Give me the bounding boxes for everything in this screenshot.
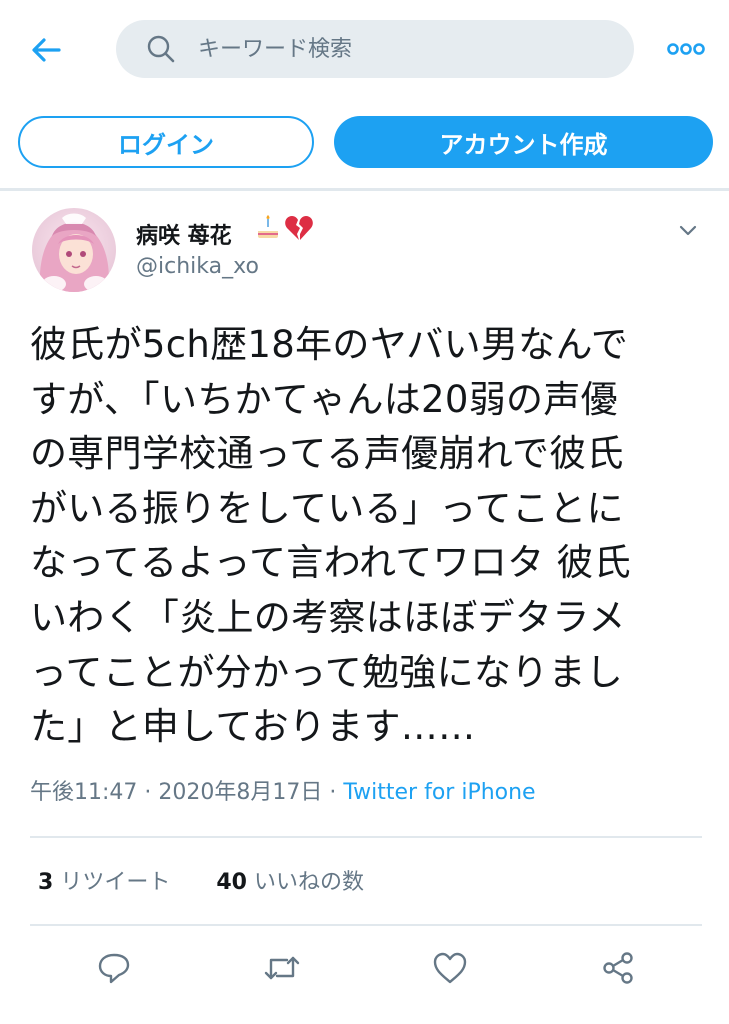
arrow-left-icon [32, 38, 61, 62]
more-dots-icon [667, 43, 705, 55]
retweet-label: リツイート [60, 870, 171, 895]
tweet-date[interactable]: 2020年8月17日 [158, 780, 322, 805]
like-count: 40 [216, 870, 247, 895]
reply-button[interactable] [94, 948, 134, 988]
share-icon [603, 952, 633, 984]
divider [30, 924, 702, 926]
heart-icon [433, 952, 467, 984]
chevron-down-icon [679, 225, 697, 236]
more-options-button[interactable] [664, 34, 708, 64]
like-button[interactable] [430, 948, 470, 988]
retweet-count: 3 [38, 870, 54, 895]
tweet-actions [0, 948, 729, 992]
tweet-menu-button[interactable] [676, 218, 700, 242]
divider [30, 836, 702, 838]
top-bar [0, 0, 729, 100]
tweet-text: 彼氏が5ch歴18年のヤバい男なんで すが、「いちかてゃんは20弱の声優 の専門… [30, 323, 632, 749]
broken-heart-icon [285, 216, 313, 240]
tweet-meta: 午後11:47 · 2020年8月17日 · Twitter for iPhon… [30, 774, 536, 806]
search-icon [144, 32, 178, 66]
reply-icon [98, 953, 130, 984]
tweet-stats: 3 リツイート 40 いいねの数 [38, 864, 364, 896]
back-button[interactable] [26, 30, 66, 70]
search-input[interactable] [196, 35, 600, 63]
like-stat[interactable]: 40 いいねの数 [216, 870, 364, 895]
tweet-source-link[interactable]: Twitter for iPhone [343, 780, 535, 805]
divider [0, 188, 729, 191]
user-handle[interactable]: @ichika_xo [136, 254, 259, 279]
tweet-time[interactable]: 午後11:47 [30, 780, 137, 805]
avatar[interactable] [32, 208, 116, 292]
login-button[interactable]: ログイン [18, 116, 314, 168]
create-account-button[interactable]: アカウント作成 [334, 116, 713, 168]
meta-separator: · [137, 780, 159, 805]
name-emoji-group [254, 214, 314, 242]
cake-icon [258, 215, 278, 238]
retweet-button[interactable] [262, 948, 302, 988]
retweet-stat[interactable]: 3 リツイート [38, 870, 170, 895]
search-bar[interactable] [116, 20, 634, 78]
retweet-icon [264, 956, 300, 980]
auth-buttons: ログイン アカウント作成 [0, 110, 729, 180]
meta-separator: · [322, 780, 344, 805]
share-button[interactable] [598, 948, 638, 988]
display-name[interactable]: 病咲 苺花 [136, 218, 232, 250]
like-label: いいねの数 [253, 870, 364, 895]
